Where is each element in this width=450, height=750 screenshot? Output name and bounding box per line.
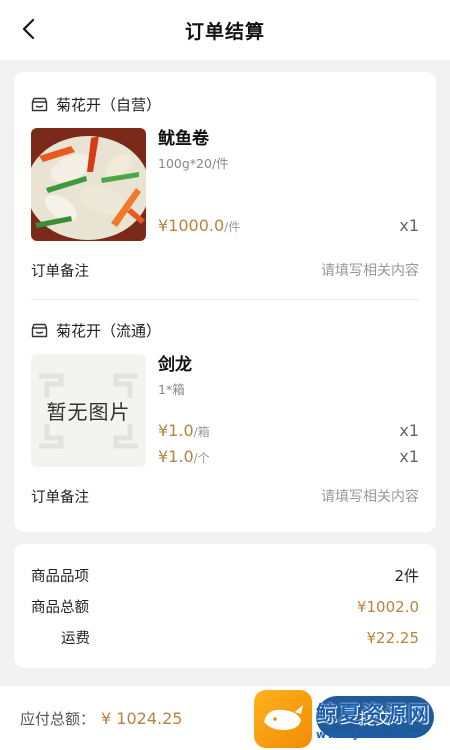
- goods-item[interactable]: 暂无图片 剑龙 1*箱 ¥1.0/箱 x1 ¥1.0/个 x1: [31, 354, 419, 467]
- price-row: ¥1.0/个 x1: [158, 447, 419, 466]
- price: ¥1000.0/件: [158, 216, 241, 235]
- no-image-text: 暂无图片: [46, 400, 131, 424]
- goods-spec: 1*箱: [158, 382, 185, 397]
- goods-info: 剑龙 1*箱 ¥1.0/箱 x1 ¥1.0/个 x1: [146, 354, 419, 467]
- summary-freight-row: 运费 ¥22.25: [31, 622, 419, 653]
- total-value: ¥ 1024.25: [101, 708, 183, 728]
- nav-header: 订单结算: [0, 0, 450, 60]
- price-row: ¥1.0/箱 x1: [158, 421, 419, 440]
- page-title: 订单结算: [184, 20, 265, 43]
- freight-value: ¥22.25: [366, 628, 420, 647]
- price-row: ¥1000.0/件 x1: [158, 216, 419, 235]
- store-icon: [31, 97, 48, 112]
- watermark-url: www.j323.com: [316, 727, 419, 741]
- total-label: 应付总额：: [20, 709, 96, 728]
- chevron-left-icon: [22, 18, 35, 40]
- order-card: 菊花开（自营） 鱿鱼卷 100g*20/件 ¥1000.0/件 x1 订单备注 …: [14, 72, 436, 532]
- goods-info: 鱿鱼卷 100g*20/件 ¥1000.0/件 x1: [146, 128, 419, 241]
- watermark: 鲸夏资源网 www.j323.com: [254, 688, 450, 750]
- remark-row: 订单备注 请填写相关内容: [31, 467, 419, 525]
- watermark-text: 鲸夏资源网 www.j323.com: [316, 698, 431, 741]
- price: ¥1.0/个: [158, 447, 210, 466]
- freight-label: 运费: [61, 631, 90, 647]
- goods-name: 剑龙: [158, 355, 192, 375]
- store-header: 菊花开（自营）: [31, 92, 419, 116]
- goods-spec: 100g*20/件: [158, 156, 229, 171]
- product-image: [31, 128, 146, 241]
- quantity: x1: [399, 216, 419, 235]
- quantity: x1: [399, 421, 419, 440]
- store-name: 菊花开（自营）: [56, 95, 162, 114]
- price: ¥1.0/箱: [158, 421, 210, 440]
- store-section: 菊花开（自营） 鱿鱼卷 100g*20/件 ¥1000.0/件 x1 订单备注 …: [31, 72, 419, 299]
- goods-item[interactable]: 鱿鱼卷 100g*20/件 ¥1000.0/件 x1: [31, 128, 419, 241]
- summary-amount-row: 商品总额 ¥1002.0: [31, 591, 419, 622]
- watermark-name: 鲸夏资源网: [316, 701, 431, 726]
- amount-value: ¥1002.0: [356, 597, 419, 616]
- remark-row: 订单备注 请填写相关内容: [31, 241, 419, 299]
- remark-label: 订单备注: [31, 263, 89, 280]
- store-icon: [31, 323, 48, 338]
- summary-card: 商品品项 2件 商品总额 ¥1002.0 运费 ¥22.25: [14, 544, 436, 668]
- whale-logo-icon: [254, 690, 312, 748]
- quantity: x1: [399, 447, 419, 466]
- store-name: 菊花开（流通）: [56, 321, 162, 340]
- summary-items-row: 商品品项 2件: [31, 560, 419, 591]
- items-label: 商品品项: [31, 569, 89, 585]
- goods-name: 鱿鱼卷: [158, 129, 209, 149]
- remark-input[interactable]: 请填写相关内容: [321, 486, 419, 506]
- items-value: 2件: [394, 567, 419, 585]
- no-image-placeholder: 暂无图片: [31, 354, 146, 467]
- remark-label: 订单备注: [31, 489, 89, 506]
- remark-input[interactable]: 请填写相关内容: [321, 260, 419, 280]
- store-header: 菊花开（流通）: [31, 318, 419, 342]
- back-button[interactable]: [14, 14, 44, 44]
- amount-label: 商品总额: [31, 600, 89, 616]
- store-section: 菊花开（流通） 暂无图片 剑龙 1*箱 ¥1.0/箱 x1 ¥1.0/个 x1 …: [31, 300, 419, 525]
